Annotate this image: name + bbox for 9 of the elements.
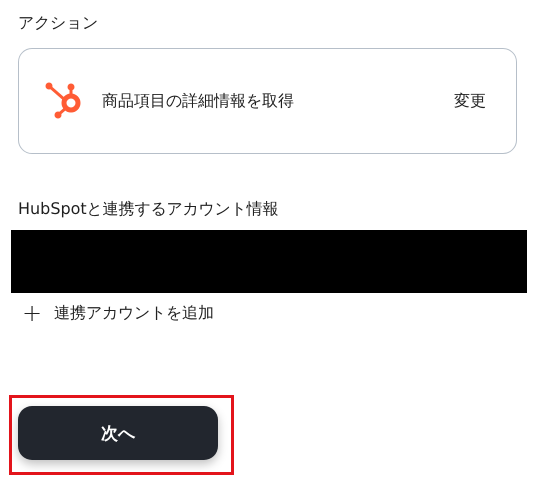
section-title: HubSpotと連携するアカウント情報 bbox=[18, 198, 280, 220]
plus-icon: + bbox=[22, 301, 42, 325]
section-title: アクション bbox=[18, 12, 99, 34]
sprocket-icon bbox=[45, 82, 83, 120]
add-account-label: 連携アカウントを追加 bbox=[54, 302, 214, 324]
action-name: 商品項目の詳細情報を取得 bbox=[102, 90, 295, 112]
change-link[interactable]: 変更 bbox=[454, 90, 486, 112]
add-account-link[interactable]: + 連携アカウントを追加 bbox=[22, 301, 214, 325]
next-button[interactable]: 次へ bbox=[18, 406, 218, 460]
